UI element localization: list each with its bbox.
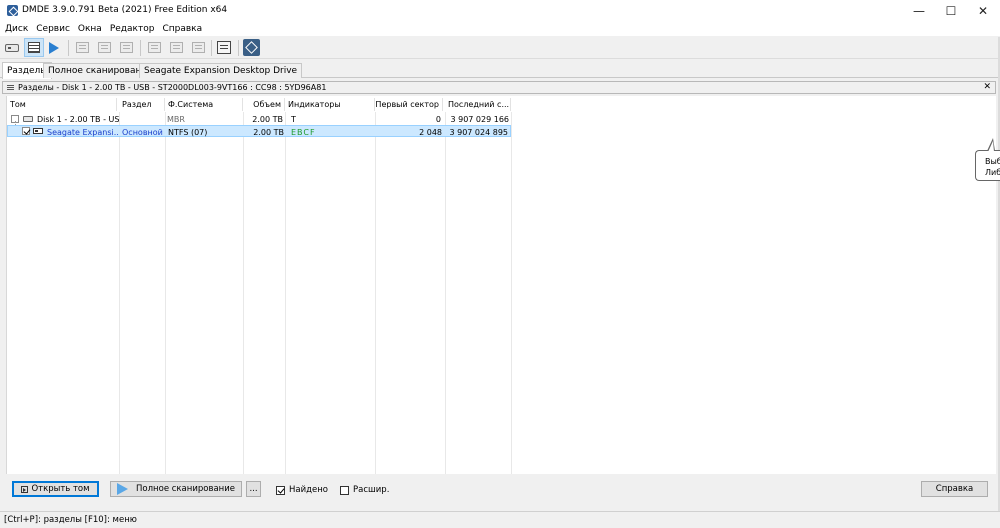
full-scan-bottom-button[interactable]: Полное сканирование (110, 481, 242, 497)
menu-help[interactable]: Справка (162, 24, 202, 34)
toolbar-disabled-button-5[interactable] (166, 38, 186, 57)
open-volume-icon (21, 485, 29, 493)
toolbar-disabled-button-2[interactable] (94, 38, 114, 57)
toolbar-separator (211, 40, 212, 56)
found-checkbox[interactable]: Найдено (276, 484, 328, 496)
panel-close-icon[interactable]: ✕ (983, 82, 991, 92)
column-header-last-sector[interactable]: Последний с... (445, 98, 511, 111)
toolbar-separator (238, 40, 239, 56)
column-header-volume[interactable]: Том (7, 98, 117, 111)
found-check-box[interactable] (276, 485, 285, 495)
status-text: [Ctrl+P]: разделы [F10]: меню (4, 515, 137, 525)
dmde-app-icon (7, 5, 18, 16)
tooltip-tail-fill (988, 141, 994, 152)
cell-partition (119, 113, 165, 125)
grey-tool-icon (191, 42, 205, 53)
menu-bar: Диск Сервис Окна Редактор Справка (0, 22, 1000, 36)
tooltip-line-2: Либ (985, 168, 1000, 177)
grey-tool-icon (75, 42, 89, 53)
full-scan-button[interactable] (44, 38, 64, 57)
dmde-logo-icon (242, 39, 260, 56)
open-volume-label: Открыть том (31, 484, 90, 494)
windows-icon (217, 41, 231, 54)
column-header-partition[interactable]: Раздел (119, 98, 165, 111)
extended-check-box[interactable] (340, 485, 349, 495)
panel-menu-icon[interactable] (7, 84, 14, 91)
cell-volume: Disk 1 - 2.00 TB - US... (37, 114, 119, 124)
toolbar-disabled-button-3[interactable] (116, 38, 136, 57)
more-options-button[interactable]: ... (246, 481, 261, 497)
menu-windows[interactable]: Окна (78, 24, 102, 34)
column-divider (445, 112, 446, 474)
partitions-button[interactable] (24, 38, 44, 57)
toolbar-disabled-button-4[interactable] (144, 38, 164, 57)
toolbar-separator (140, 40, 141, 56)
help-button[interactable]: Справка (921, 481, 988, 497)
partition-list[interactable]: Том Раздел Ф.Система Объем Индикаторы Пе… (6, 96, 996, 474)
column-header-filesystem[interactable]: Ф.Система (165, 98, 243, 111)
column-header-first-sector[interactable]: Первый сектор (375, 98, 443, 111)
table-row-disk[interactable]: Disk 1 - 2.00 TB - US... MBR 2.00 TB T 0… (7, 113, 511, 125)
toolbar (0, 37, 1000, 59)
column-divider (119, 112, 120, 474)
toolbar-disabled-button-1[interactable] (72, 38, 92, 57)
extended-label: Расшир. (353, 485, 390, 495)
title-bar: DMDE 3.9.0.791 Beta (2021) Free Edition … (0, 0, 1000, 22)
open-volume-button[interactable]: Открыть том (12, 481, 99, 497)
tooltip-line-1: Выб (985, 157, 1000, 166)
cell-first-sector: 0 (435, 114, 441, 124)
column-header-indicators[interactable]: Индикаторы (285, 98, 375, 111)
column-divider (165, 112, 166, 474)
list-icon (28, 42, 40, 53)
cell-last-sector: 3 907 024 895 (449, 127, 508, 137)
column-divider (375, 112, 376, 474)
panel-header: Разделы - Disk 1 - 2.00 TB - USB - ST200… (2, 81, 996, 94)
column-divider (243, 112, 244, 474)
cell-size: 2.00 TB (253, 127, 284, 137)
extended-checkbox[interactable]: Расшир. (340, 484, 389, 496)
cell-partition: Основной (122, 127, 163, 137)
dmde-logo-button[interactable] (241, 38, 261, 57)
menu-editor[interactable]: Редактор (110, 24, 155, 34)
tab-seagate-drive[interactable]: Seagate Expansion Desktop Drive (139, 63, 303, 78)
grey-tool-icon (97, 42, 111, 53)
volume-icon (33, 128, 43, 134)
cell-indicators: T (291, 114, 296, 124)
cell-filesystem: MBR (167, 114, 185, 124)
cell-volume: Seagate Expansi... (47, 127, 119, 137)
row-checkbox-checked[interactable] (22, 127, 30, 135)
cell-size: 2.00 TB (252, 114, 283, 124)
cell-filesystem: NTFS (07) (168, 127, 208, 137)
cell-first-sector: 2 048 (419, 127, 442, 137)
cell-indicators: EBCF (291, 127, 316, 137)
found-label: Найдено (289, 485, 328, 495)
windows-button[interactable] (214, 38, 234, 57)
tooltip-balloon: Выб Либ (975, 150, 1000, 181)
column-divider (511, 112, 512, 474)
menu-disk[interactable]: Диск (5, 24, 28, 34)
tab-strip: Разделы Полное сканирование Seagate Expa… (0, 62, 1000, 79)
hard-disk-icon (23, 116, 33, 122)
full-scan-label: Полное сканирование (136, 484, 235, 494)
column-divider (285, 112, 286, 474)
column-header-size[interactable]: Объем (243, 98, 285, 111)
select-disk-button[interactable] (2, 38, 22, 57)
grey-tool-icon (119, 42, 133, 53)
panel-title: Разделы - Disk 1 - 2.00 TB - USB - ST200… (18, 83, 327, 92)
menu-tools[interactable]: Сервис (36, 24, 70, 34)
grey-tool-icon (169, 42, 183, 53)
toolbar-separator (68, 40, 69, 56)
window-title: DMDE 3.9.0.791 Beta (2021) Free Edition … (22, 5, 228, 15)
close-button[interactable]: ✕ (960, 0, 1000, 22)
disk-icon (5, 43, 19, 52)
status-bar: [Ctrl+P]: разделы [F10]: меню (0, 511, 1000, 528)
table-row-partition[interactable]: Seagate Expansi... Основной NTFS (07) 2.… (7, 125, 511, 137)
toolbar-disabled-button-6[interactable] (188, 38, 208, 57)
grey-tool-icon (147, 42, 161, 53)
play-icon (117, 483, 129, 495)
cell-last-sector: 3 907 029 166 (450, 114, 509, 124)
play-icon (49, 41, 59, 54)
